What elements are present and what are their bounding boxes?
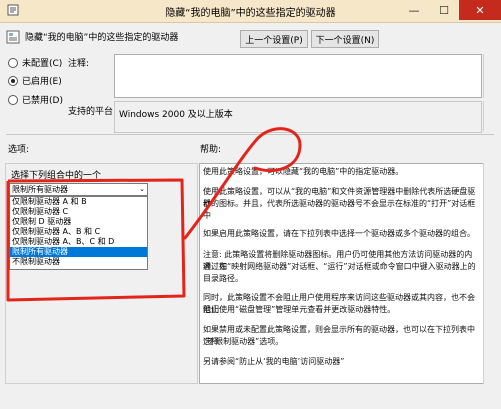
annotation-overlay bbox=[6, 127, 302, 302]
annotation-box bbox=[6, 178, 186, 302]
annotation-arrow bbox=[183, 127, 302, 240]
